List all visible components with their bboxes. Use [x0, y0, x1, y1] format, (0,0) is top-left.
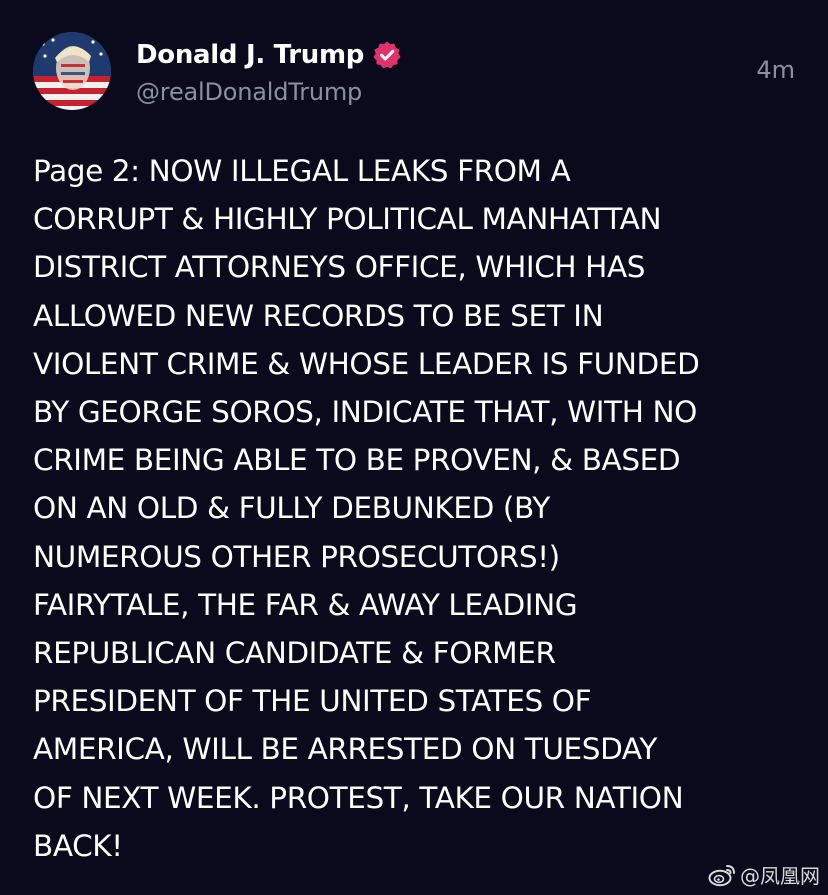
- author-display-name[interactable]: Donald J. Trump: [136, 40, 364, 70]
- post-card: Donald J. Trump @realDonaldTrump 4m Page…: [0, 0, 828, 895]
- avatar[interactable]: [33, 32, 111, 110]
- author-name-row: Donald J. Trump: [136, 38, 402, 72]
- author-handle[interactable]: @realDonaldTrump: [136, 78, 362, 106]
- avatar-image: [33, 32, 111, 110]
- verified-badge-icon: [372, 40, 402, 70]
- watermark-text: @凤凰网: [740, 864, 820, 888]
- watermark: @凤凰网: [708, 860, 820, 889]
- post-text: Page 2: NOW ILLEGAL LEAKS FROM A CORRUPT…: [33, 154, 700, 863]
- post-timestamp[interactable]: 4m: [756, 56, 795, 84]
- weibo-icon: [708, 863, 736, 887]
